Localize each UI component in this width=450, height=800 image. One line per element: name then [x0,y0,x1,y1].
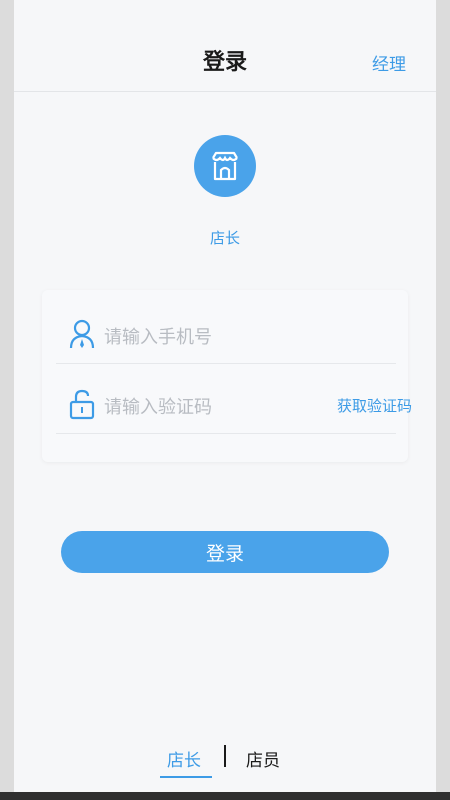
manager-switch-link[interactable]: 经理 [372,50,406,75]
phone-input[interactable]: 请输入手机号 [104,323,212,349]
get-code-button[interactable]: 获取验证码 [337,395,412,416]
active-tab-indicator [160,776,212,778]
code-input[interactable]: 请输入验证码 [104,393,212,419]
login-button[interactable]: 登录 [61,531,389,573]
header-bar: 登录 经理 [14,30,436,92]
phone-field[interactable]: 请输入手机号 [56,308,396,364]
lock-icon [68,388,96,420]
login-form: 请输入手机号 请输入验证码 获取验证码 [42,290,412,462]
role-label: 店长 [209,229,240,247]
code-field[interactable]: 请输入验证码 获取验证码 [56,378,412,434]
tab-store-clerk[interactable]: 店员 [246,746,280,771]
store-icon-glyph [212,151,238,181]
login-screen: 登录 经理 店长 请输入手机号 请输入验证码 获取验证码 登录 店长 店员 [14,0,436,800]
tab-store-manager[interactable]: 店长 [167,746,201,771]
bottom-edge [0,792,450,800]
store-icon [194,135,256,197]
role-tabs: 店长 店员 [14,740,436,780]
user-icon [68,318,96,350]
tab-divider [224,745,226,767]
